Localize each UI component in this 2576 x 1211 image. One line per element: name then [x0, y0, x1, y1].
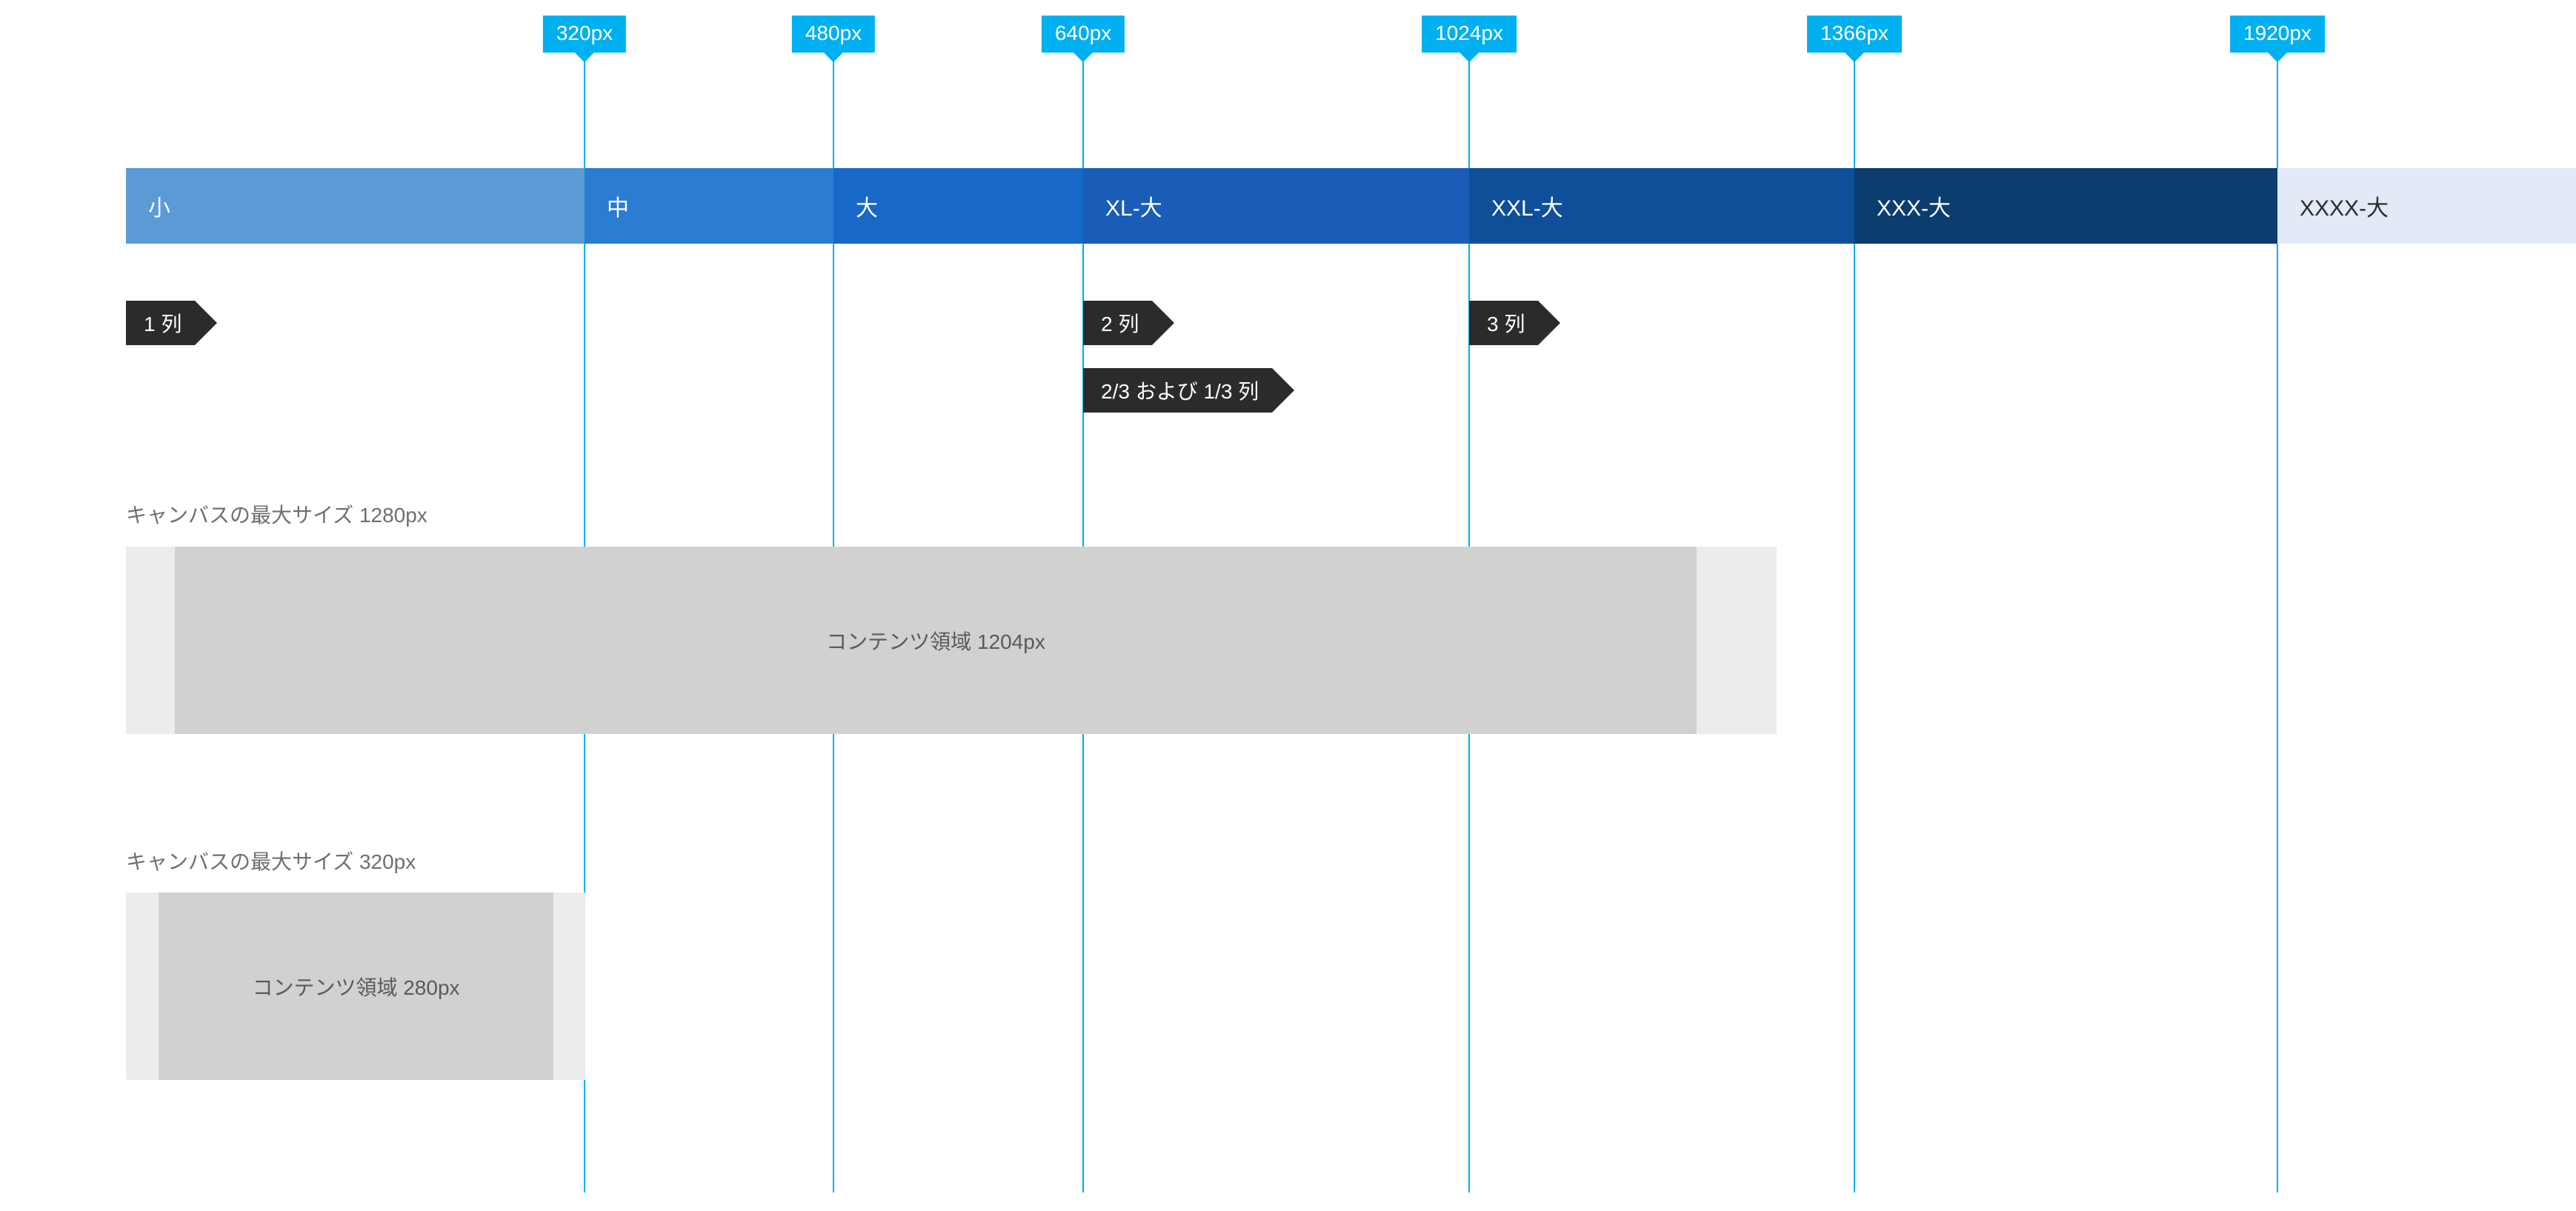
breakpoint-flag: 320px — [543, 16, 626, 53]
size-cell: 大 — [833, 168, 1083, 244]
size-band: 小中大XL-大XXL-大XXX-大XXXX-大 — [126, 168, 2576, 244]
column-tag: 2 列 — [1083, 301, 1152, 345]
breakpoint-flag: 640px — [1042, 16, 1125, 53]
size-cell: 小 — [126, 168, 585, 244]
breakpoint-flag: 1366px — [1807, 16, 1902, 53]
size-cell: XL-大 — [1083, 168, 1469, 244]
breakpoint-diagram: 320px 480px 640px 1024px 1366px 1920px 小中大XL-… — [0, 0, 2576, 1211]
size-cell: XXXX-大 — [2277, 168, 2576, 244]
size-cell: XXL-大 — [1469, 168, 1854, 244]
canvas-large-title: キャンバスの最大サイズ 1280px — [126, 499, 427, 529]
size-cell: 中 — [585, 168, 833, 244]
breakpoint-flag: 1024px — [1422, 16, 1517, 53]
breakpoint-flag: 1920px — [2230, 16, 2325, 53]
column-tag: 3 列 — [1469, 301, 1538, 345]
canvas-large-inner: コンテンツ領域 1204px — [175, 547, 1697, 734]
size-cell: XXX-大 — [1854, 168, 2277, 244]
canvas-small-title: キャンバスの最大サイズ 320px — [126, 846, 416, 875]
column-tag: 2/3 および 1/3 列 — [1083, 368, 1272, 413]
column-tag: 1 列 — [126, 301, 195, 345]
breakpoint-flag: 480px — [792, 16, 875, 53]
canvas-small-inner: コンテンツ領域 280px — [159, 893, 553, 1080]
